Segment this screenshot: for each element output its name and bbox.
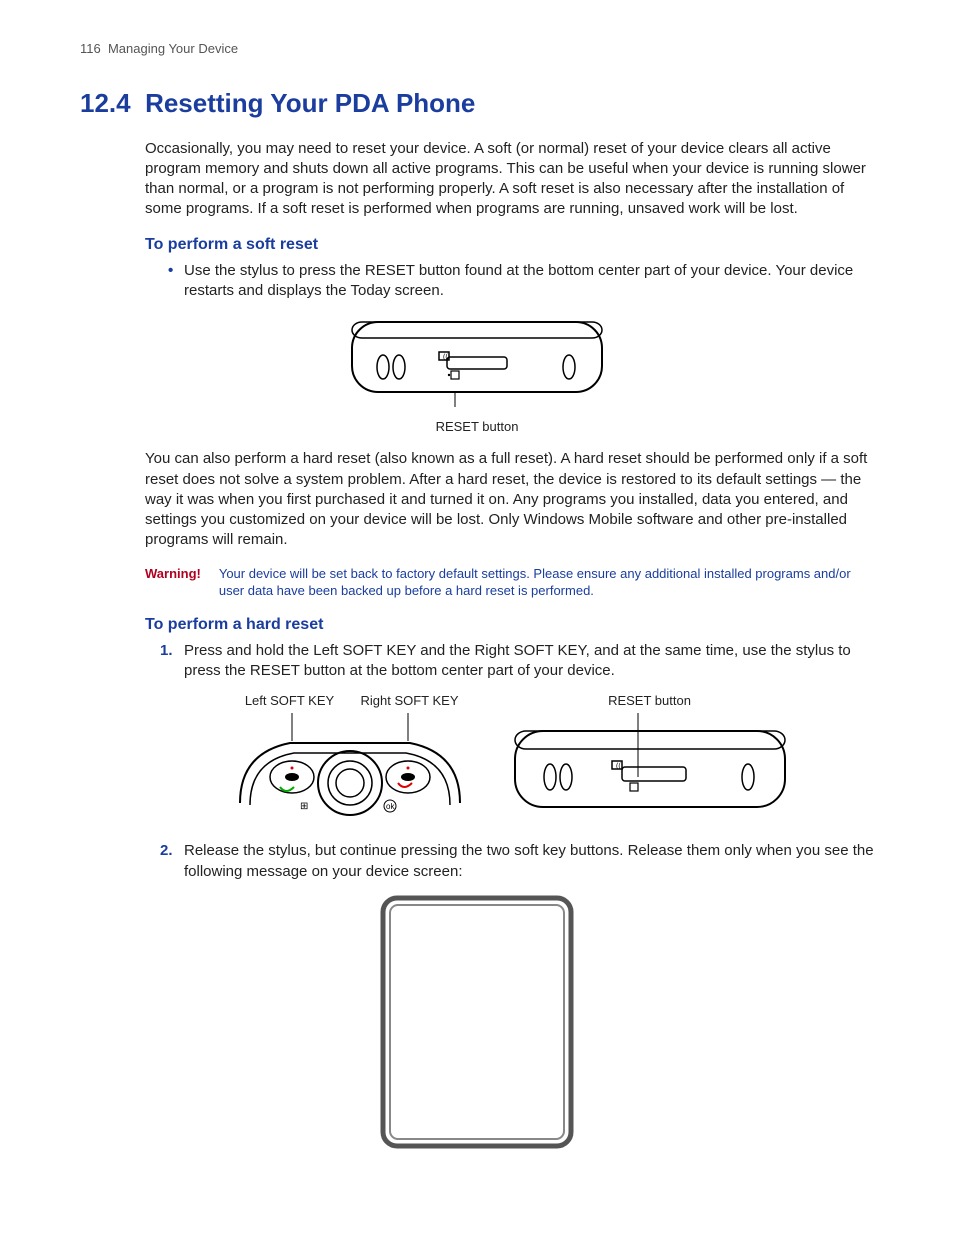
- device-bottom-icon: ((: [347, 312, 607, 412]
- hard-reset-intro: You can also perform a hard reset (also …: [145, 449, 874, 550]
- hard-reset-steps-cont: Release the stylus, but continue pressin…: [160, 841, 874, 882]
- svg-text:⊞: ⊞: [300, 801, 308, 812]
- device-bottom-caption: RESET button: [436, 418, 519, 436]
- softkey-icon: ⊞ ok: [230, 713, 470, 823]
- reset-label-row: RESET button: [510, 692, 790, 710]
- page-number: 116: [80, 41, 101, 56]
- hard-reset-figure-row: Left SOFT KEY Right SOFT KEY ⊞ ok: [145, 692, 874, 824]
- running-title: Managing Your Device: [108, 41, 238, 56]
- right-softkey-label: Right SOFT KEY: [350, 692, 470, 710]
- section-title: 12.4 Resetting Your PDA Phone: [80, 86, 874, 121]
- warning-text: Your device will be set back to factory …: [219, 565, 874, 600]
- device-screen-icon: [377, 892, 577, 1152]
- device-bottom-figure: (( RESET button: [80, 312, 874, 436]
- hard-reset-step-2: Release the stylus, but continue pressin…: [160, 841, 874, 882]
- softkey-labels: Left SOFT KEY Right SOFT KEY: [230, 692, 470, 710]
- section-name: Resetting Your PDA Phone: [145, 88, 475, 118]
- softkey-figure: Left SOFT KEY Right SOFT KEY ⊞ ok: [230, 692, 470, 824]
- warning-row: Warning! Your device will be set back to…: [145, 565, 874, 600]
- warning-label: Warning!: [145, 565, 201, 600]
- svg-text:((: ((: [616, 763, 621, 770]
- section-number: 12.4: [80, 88, 131, 118]
- device-bottom-icon-2: ((: [510, 713, 790, 823]
- soft-reset-heading: To perform a soft reset: [145, 234, 874, 256]
- hard-reset-step-1: Press and hold the Left SOFT KEY and the…: [160, 641, 874, 682]
- reset-figure-2: RESET button ((: [510, 692, 790, 824]
- soft-reset-bullet: Use the stylus to press the RESET button…: [168, 261, 874, 302]
- soft-reset-list: Use the stylus to press the RESET button…: [168, 261, 874, 302]
- reset-button-label: RESET button: [510, 692, 790, 710]
- intro-paragraph: Occasionally, you may need to reset your…: [145, 139, 874, 220]
- svg-text:((: ((: [443, 354, 448, 361]
- hard-reset-heading: To perform a hard reset: [145, 614, 874, 636]
- page-header: 116 Managing Your Device: [80, 40, 874, 58]
- device-screen-figure: [80, 892, 874, 1152]
- svg-text:ok: ok: [386, 802, 395, 811]
- left-softkey-label: Left SOFT KEY: [230, 692, 350, 710]
- hard-reset-steps: Press and hold the Left SOFT KEY and the…: [160, 641, 874, 682]
